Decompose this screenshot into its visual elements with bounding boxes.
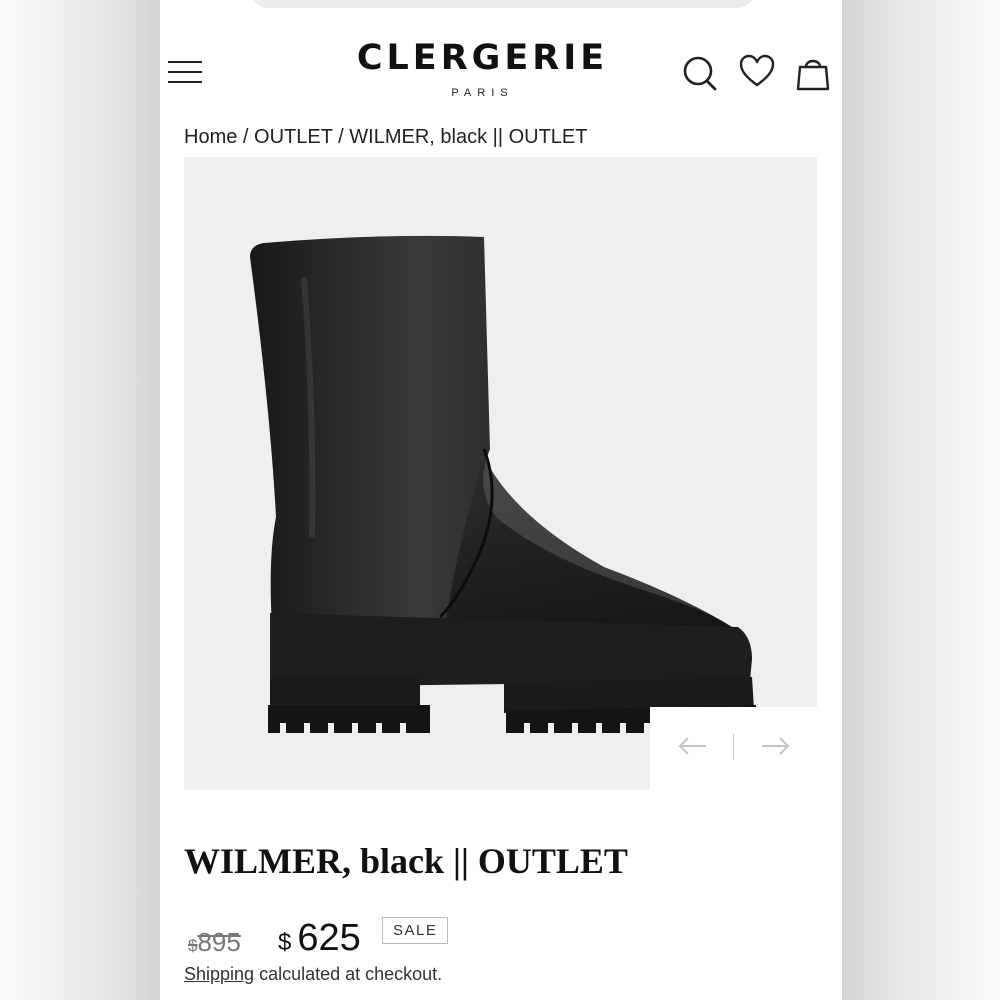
arrow-left-icon[interactable] <box>678 735 708 762</box>
original-price: $895 <box>188 927 241 958</box>
original-price-amount: 895 <box>197 927 241 957</box>
background-right <box>842 0 1000 1000</box>
logo-wordmark: CLERGERIE <box>356 38 609 78</box>
product-image[interactable] <box>184 157 817 790</box>
search-icon[interactable] <box>682 53 718 98</box>
gallery-nav <box>650 707 818 797</box>
logo-subtitle: PARIS <box>451 87 514 99</box>
breadcrumb-outlet[interactable]: OUTLET <box>254 126 333 148</box>
sale-price-amount: 625 <box>297 917 361 959</box>
product-title: WILMER, black || OUTLET <box>184 841 628 881</box>
gallery-nav-divider <box>733 734 734 760</box>
shipping-note: Shipping calculated at checkout. <box>184 964 442 985</box>
breadcrumb: Home / OUTLET / WILMER, black || OUTLET <box>184 126 587 149</box>
bag-icon[interactable] <box>796 53 830 98</box>
breadcrumb-current: WILMER, black || OUTLET <box>349 126 588 148</box>
shipping-link[interactable]: Shipping <box>184 964 254 984</box>
currency-symbol: $ <box>278 929 292 956</box>
boot-illustration <box>250 235 756 733</box>
sale-badge: SALE <box>382 917 449 944</box>
breadcrumb-separator: / <box>338 126 350 148</box>
heart-icon[interactable] <box>738 53 776 94</box>
price-row: $895 $625 SALE <box>184 913 744 963</box>
address-bar[interactable] <box>250 0 755 8</box>
brand-logo[interactable]: CLERGERIE PARIS <box>305 38 660 99</box>
breadcrumb-home[interactable]: Home <box>184 126 237 148</box>
arrow-right-icon[interactable] <box>760 735 790 762</box>
menu-icon[interactable] <box>168 58 202 86</box>
shipping-text: calculated at checkout. <box>254 964 443 984</box>
sale-price: $625 <box>278 917 361 960</box>
breadcrumb-separator: / <box>242 126 255 148</box>
background-left <box>0 0 160 1000</box>
product-page: CLERGERIE PARIS Home / OUTLET / WILMER, … <box>160 0 842 1000</box>
